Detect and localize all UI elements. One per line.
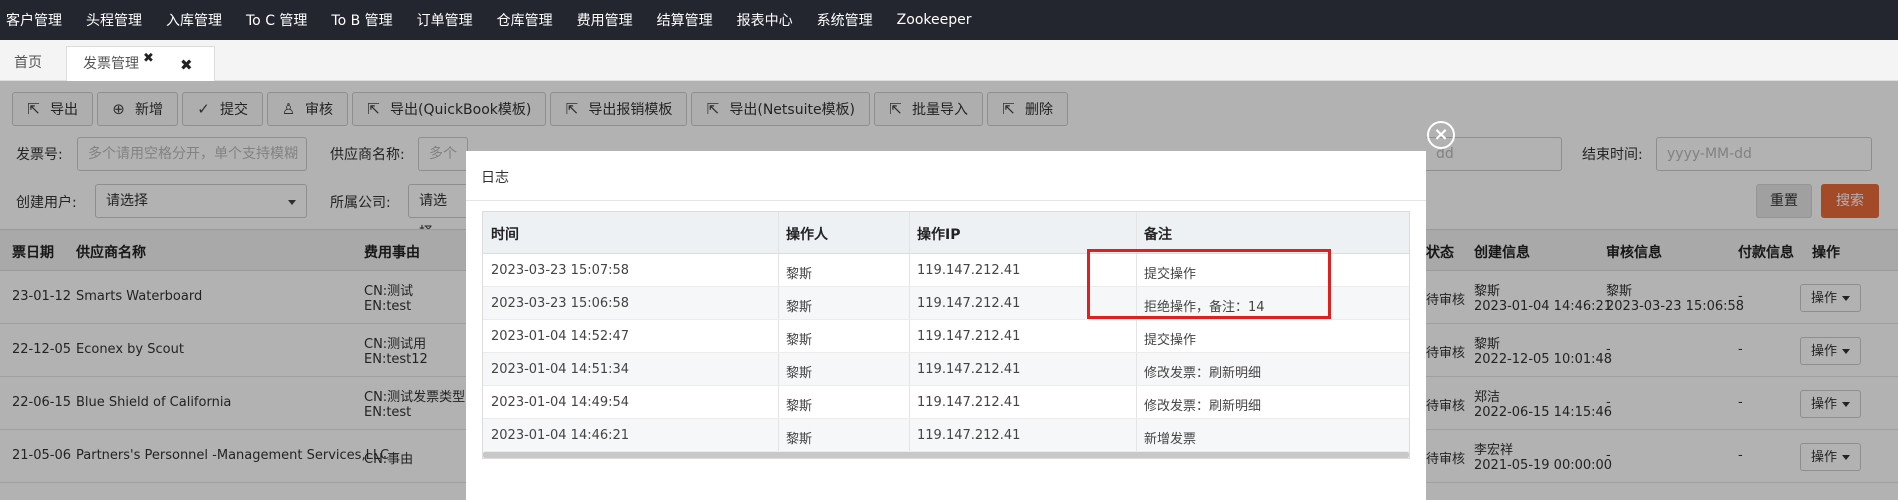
- tab-close-icon[interactable]: ✖: [143, 41, 154, 76]
- log-operator: 黎斯: [786, 432, 813, 447]
- horizontal-scrollbar[interactable]: [483, 452, 1409, 458]
- highlight-box: [1087, 249, 1331, 319]
- column-divider: [778, 212, 779, 253]
- column-divider: [778, 419, 779, 451]
- log-ip: 119.147.212.41: [917, 362, 1021, 377]
- nav-toc[interactable]: To C 管理: [246, 10, 307, 30]
- column-divider: [909, 287, 910, 319]
- log-col-ip: 操作IP: [917, 227, 961, 243]
- column-divider: [778, 386, 779, 418]
- column-divider: [778, 287, 779, 319]
- tab-home[interactable]: 首页: [14, 46, 42, 81]
- tab-invoice-label: 发票管理: [83, 56, 139, 72]
- column-divider: [1136, 320, 1137, 352]
- log-row: 2023-01-04 14:49:54 黎斯 119.147.212.41 修改…: [483, 386, 1409, 419]
- log-time: 2023-01-04 14:49:54: [491, 395, 630, 410]
- log-ip: 119.147.212.41: [917, 395, 1021, 410]
- tab-bar: 首页 发票管理 ✖: [0, 40, 1898, 81]
- log-operator: 黎斯: [786, 300, 813, 315]
- log-row: 2023-01-04 14:46:21 黎斯 119.147.212.41 新增…: [483, 419, 1409, 452]
- column-divider: [909, 212, 910, 253]
- nav-tob[interactable]: To B 管理: [331, 10, 392, 30]
- dialog-title: 日志: [481, 170, 509, 186]
- nav-inbound[interactable]: 入库管理: [166, 10, 222, 30]
- column-divider: [909, 419, 910, 451]
- log-note: 修改发票：刷新明细: [1144, 399, 1262, 414]
- nav-system[interactable]: 系统管理: [817, 10, 873, 30]
- nav-customer[interactable]: 客户管理: [6, 10, 62, 30]
- nav-fees[interactable]: 费用管理: [577, 10, 633, 30]
- dialog-divider: [466, 200, 1426, 201]
- log-ip: 119.147.212.41: [917, 428, 1021, 443]
- log-time: 2023-03-23 15:06:58: [491, 296, 630, 311]
- log-col-note: 备注: [1144, 227, 1172, 243]
- column-divider: [1136, 386, 1137, 418]
- log-time: 2023-01-04 14:46:21: [491, 428, 630, 443]
- dialog-close-icon[interactable]: ×: [1427, 121, 1455, 149]
- log-row: 2023-01-04 14:51:34 黎斯 119.147.212.41 修改…: [483, 353, 1409, 386]
- column-divider: [778, 254, 779, 286]
- log-note: 提交操作: [1144, 333, 1197, 348]
- nav-warehouse[interactable]: 仓库管理: [497, 10, 553, 30]
- log-operator: 黎斯: [786, 267, 813, 282]
- top-navigation: 客户管理 头程管理 入库管理 To C 管理 To B 管理 订单管理 仓库管理…: [0, 0, 1898, 40]
- log-ip: 119.147.212.41: [917, 329, 1021, 344]
- nav-orders[interactable]: 订单管理: [417, 10, 473, 30]
- nav-settlement[interactable]: 结算管理: [657, 10, 713, 30]
- column-divider: [909, 353, 910, 385]
- log-note: 修改发票：刷新明细: [1144, 366, 1262, 381]
- tab-invoice-management[interactable]: 发票管理 ✖: [66, 46, 215, 81]
- log-time: 2023-01-04 14:51:34: [491, 362, 630, 377]
- log-note: 新增发票: [1144, 432, 1197, 447]
- log-time: 2023-03-23 15:07:58: [491, 263, 630, 278]
- close-all-tabs-icon[interactable]: ✖: [180, 56, 193, 74]
- column-divider: [1136, 212, 1137, 253]
- log-ip: 119.147.212.41: [917, 263, 1021, 278]
- column-divider: [778, 320, 779, 352]
- column-divider: [909, 254, 910, 286]
- column-divider: [909, 386, 910, 418]
- column-divider: [1136, 353, 1137, 385]
- log-ip: 119.147.212.41: [917, 296, 1021, 311]
- log-time: 2023-01-04 14:52:47: [491, 329, 630, 344]
- column-divider: [909, 320, 910, 352]
- log-col-operator: 操作人: [786, 227, 828, 243]
- log-col-time: 时间: [491, 227, 519, 243]
- log-row: 2023-01-04 14:52:47 黎斯 119.147.212.41 提交…: [483, 320, 1409, 353]
- log-operator: 黎斯: [786, 399, 813, 414]
- log-operator: 黎斯: [786, 366, 813, 381]
- nav-zookeeper[interactable]: Zookeeper: [897, 12, 972, 28]
- nav-reports[interactable]: 报表中心: [737, 10, 793, 30]
- column-divider: [778, 353, 779, 385]
- log-operator: 黎斯: [786, 333, 813, 348]
- log-dialog: 日志 时间 操作人 操作IP 备注 2023-03-23 15:07:58 黎斯…: [466, 151, 1426, 500]
- nav-firstleg[interactable]: 头程管理: [86, 10, 142, 30]
- column-divider: [1136, 419, 1137, 451]
- log-table-header: 时间 操作人 操作IP 备注: [483, 212, 1409, 254]
